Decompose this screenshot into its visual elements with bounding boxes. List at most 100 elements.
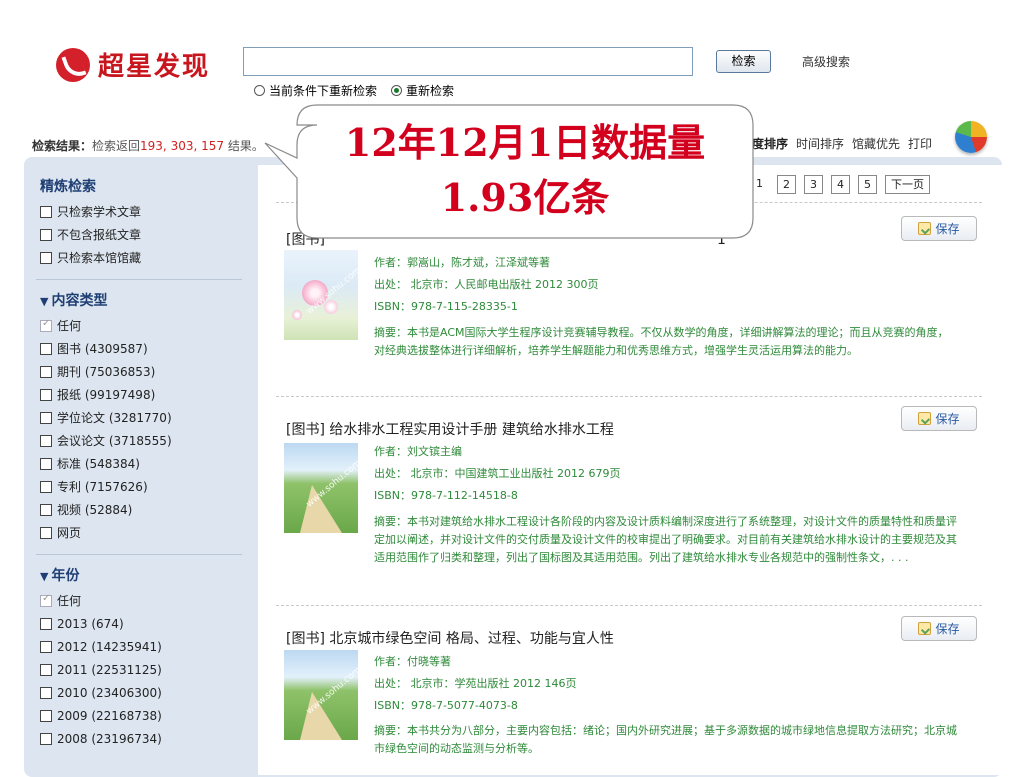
summary-prefix: 检索返回 bbox=[92, 139, 141, 153]
checkbox[interactable] bbox=[40, 318, 52, 332]
content-type-label: 内容类型 bbox=[51, 293, 108, 309]
filter-item[interactable]: 期刊 (75036853) bbox=[40, 360, 248, 383]
result-count: 193, 303, 157 bbox=[140, 139, 225, 153]
refine-item[interactable]: 不包含报纸文章 bbox=[40, 223, 248, 246]
filter-label: 2010 (23406300) bbox=[57, 685, 162, 700]
filter-item[interactable]: 标准 (548384) bbox=[40, 452, 248, 475]
checkbox[interactable] bbox=[40, 663, 52, 676]
result-title[interactable]: [图书] 北京城市绿色空间 格局、过程、功能与宜人性 bbox=[286, 628, 614, 648]
save-label: 保存 bbox=[935, 222, 960, 236]
search-input[interactable] bbox=[243, 47, 693, 76]
chart-pie-icon[interactable] bbox=[955, 121, 987, 153]
radio-button[interactable] bbox=[254, 85, 265, 96]
save-button[interactable]: 保存 bbox=[901, 406, 977, 431]
checkbox[interactable] bbox=[40, 617, 52, 630]
result-title[interactable]: [图书] 给水排水工程实用设计手册 建筑给水排水工程 bbox=[286, 419, 614, 439]
radio-label: 重新检索 bbox=[406, 84, 455, 98]
logo[interactable]: 超星发现 bbox=[56, 46, 210, 83]
filter-item[interactable]: 2012 (14235941) bbox=[40, 635, 248, 658]
radio-search-within[interactable]: 当前条件下重新检索 bbox=[254, 82, 377, 99]
checkbox[interactable] bbox=[40, 457, 52, 470]
filter-item[interactable]: 2010 (23406300) bbox=[40, 681, 248, 704]
search-mode-radios: 当前条件下重新检索 重新检索 bbox=[254, 82, 454, 99]
checkbox[interactable] bbox=[40, 228, 52, 241]
isbn: ISBN：978-7-115-28335-1 bbox=[374, 300, 518, 313]
checkbox[interactable] bbox=[40, 434, 52, 447]
filter-item[interactable]: 会议论文 (3718555) bbox=[40, 429, 248, 452]
isbn: ISBN：978-7-5077-4073-8 bbox=[374, 699, 518, 712]
result-divider bbox=[276, 605, 982, 606]
filter-label: 专利 (7157626) bbox=[57, 480, 148, 494]
page-4[interactable]: 4 bbox=[831, 175, 850, 194]
save-label: 保存 bbox=[935, 622, 960, 636]
abstract: 摘要：本书共分为八部分，主要内容包括：绪论；国内外研究进展；基于多源数据的城市绿… bbox=[374, 724, 957, 755]
abstract: 摘要：本书是ACM国际大学生程序设计竞赛辅导教程。不仅从数学的角度，详细讲解算法… bbox=[374, 326, 949, 357]
checkbox[interactable] bbox=[40, 709, 52, 722]
book-cover[interactable]: www.sohu.com bbox=[284, 443, 358, 533]
radio-button[interactable] bbox=[391, 85, 403, 96]
page-3[interactable]: 3 bbox=[804, 175, 823, 194]
checkbox[interactable] bbox=[40, 686, 52, 699]
refine-heading: 精炼检索 bbox=[40, 179, 96, 195]
checkbox[interactable] bbox=[40, 732, 52, 745]
content-type-list: 任何图书 (4309587) 期刊 (75036853) 报纸 (99197498)… bbox=[30, 314, 248, 544]
filter-item[interactable]: 任何 bbox=[40, 589, 248, 612]
filter-item[interactable]: 2008 (23196734) bbox=[40, 727, 248, 750]
year-list: 任何 2013 (674) 2012 (14235941) 2011 (2253112… bbox=[30, 589, 248, 750]
checkbox[interactable] bbox=[40, 251, 52, 264]
book-cover[interactable]: www.sohu.com bbox=[284, 650, 358, 740]
checkbox[interactable] bbox=[40, 411, 52, 424]
filter-item[interactable]: 网页 bbox=[40, 521, 248, 544]
result-summary: 检索结果：检索返回193, 303, 157 结果。 bbox=[32, 137, 264, 154]
checkbox[interactable] bbox=[40, 640, 52, 653]
filter-item[interactable]: 视频 (52884) bbox=[40, 498, 248, 521]
radio-new-search[interactable]: 重新检索 bbox=[391, 82, 454, 99]
save-icon bbox=[918, 622, 932, 635]
checkbox[interactable] bbox=[40, 480, 52, 493]
sort-holdings[interactable]: 馆藏优先 bbox=[852, 135, 900, 152]
filter-item[interactable]: 2013 (674) bbox=[40, 612, 248, 635]
checkbox[interactable] bbox=[40, 388, 52, 401]
flower-shape bbox=[292, 310, 302, 320]
sort-time[interactable]: 时间排序 bbox=[796, 135, 844, 152]
checkbox[interactable] bbox=[40, 342, 52, 355]
year-label: 年份 bbox=[51, 568, 80, 584]
filter-item[interactable]: 2011 (22531125) bbox=[40, 658, 248, 681]
radio-label: 当前条件下重新检索 bbox=[269, 84, 378, 98]
checkbox[interactable] bbox=[40, 526, 52, 539]
filter-label: 学位论文 (3281770) bbox=[57, 411, 172, 425]
filter-item[interactable]: 学位论文 (3281770) bbox=[40, 406, 248, 429]
filter-item[interactable]: 报纸 (99197498) bbox=[40, 383, 248, 406]
page-2[interactable]: 2 bbox=[777, 175, 796, 194]
page-5[interactable]: 5 bbox=[858, 175, 877, 194]
checkbox[interactable] bbox=[40, 503, 52, 516]
refine-label: 只检索本馆馆藏 bbox=[57, 251, 142, 265]
print-link[interactable]: 打印 bbox=[908, 135, 932, 152]
filter-item[interactable]: 任何 bbox=[40, 314, 248, 337]
result-meta: 作者：付晓等著 出处： 北京市：学苑出版社 2012 146页 ISBN：978… bbox=[374, 651, 576, 717]
save-button[interactable]: 保存 bbox=[901, 216, 977, 241]
checkbox[interactable] bbox=[40, 365, 52, 378]
checkbox[interactable] bbox=[40, 593, 52, 607]
year-heading[interactable]: ▼ 年份 bbox=[40, 565, 248, 585]
refine-label: 不包含报纸文章 bbox=[57, 228, 142, 242]
filter-label: 2009 (22168738) bbox=[57, 708, 162, 723]
content-type-heading[interactable]: ▼ 内容类型 bbox=[40, 290, 248, 310]
filter-item[interactable]: 2009 (22168738) bbox=[40, 704, 248, 727]
refine-item[interactable]: 只检索学术文章 bbox=[40, 200, 248, 223]
save-button[interactable]: 保存 bbox=[901, 616, 977, 641]
checkbox[interactable] bbox=[40, 205, 52, 218]
search-button[interactable]: 检索 bbox=[716, 50, 771, 73]
filter-label: 网页 bbox=[57, 526, 82, 540]
refine-item[interactable]: 只检索本馆馆藏 bbox=[40, 246, 248, 269]
save-label: 保存 bbox=[935, 412, 960, 426]
callout-line-1: 12年12月1日数据量 bbox=[344, 120, 706, 165]
book-cover[interactable]: www.sohu.com bbox=[284, 250, 358, 340]
filter-item[interactable]: 图书 (4309587) bbox=[40, 337, 248, 360]
source: 出处： 北京市：学苑出版社 2012 146页 bbox=[374, 677, 577, 690]
source: 出处： 北京市：中国建筑工业出版社 2012 679页 bbox=[374, 467, 621, 480]
result-meta: 作者：刘文镔主编 出处： 北京市：中国建筑工业出版社 2012 679页 ISB… bbox=[374, 441, 620, 507]
filter-item[interactable]: 专利 (7157626) bbox=[40, 475, 248, 498]
next-page-button[interactable]: 下一页 bbox=[885, 175, 930, 194]
advanced-search-link[interactable]: 高级搜索 bbox=[802, 53, 850, 70]
